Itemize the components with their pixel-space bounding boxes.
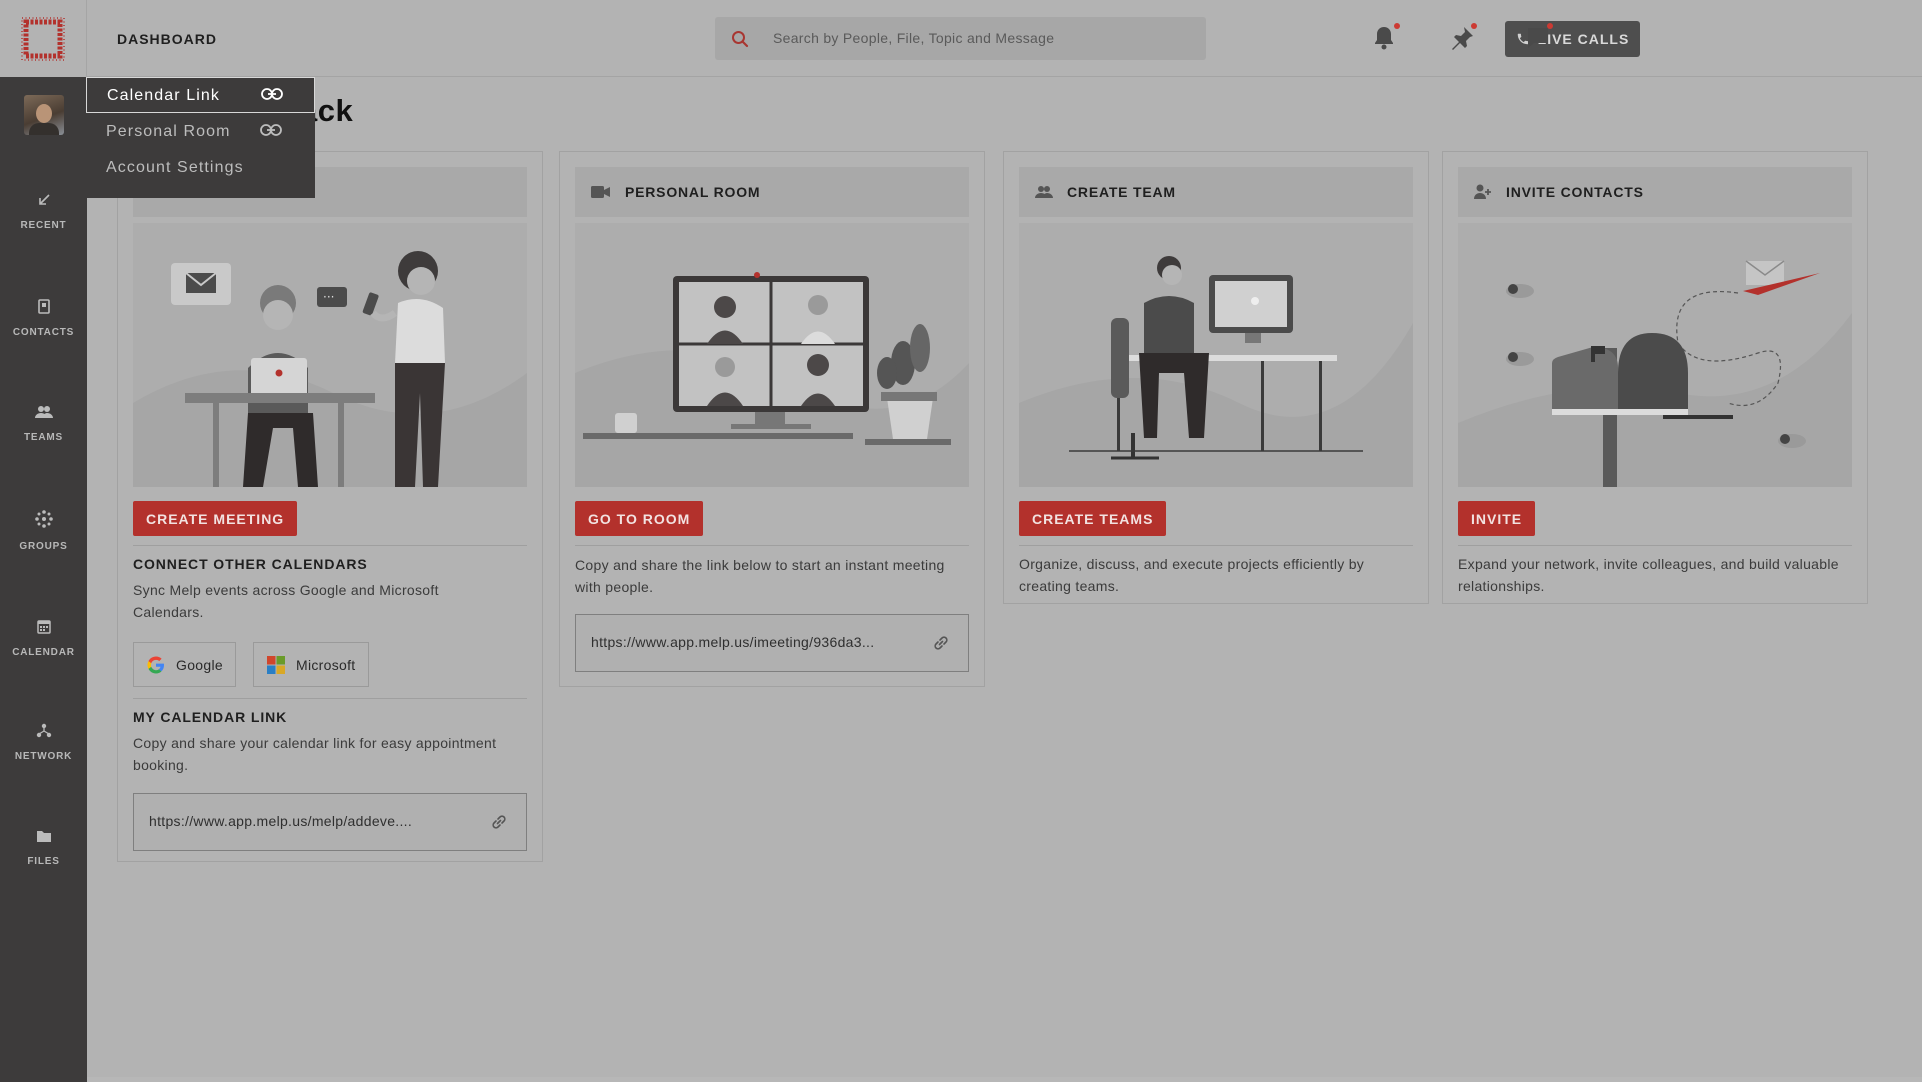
calendar-link-url: https://www.app.melp.us/melp/addeve....	[149, 813, 413, 829]
card-invite-contacts: INVITE CONTACTS INVITE Expand your netwo…	[1442, 151, 1868, 604]
divider	[133, 698, 527, 699]
page-title: DASHBOARD	[117, 31, 217, 47]
recent-icon	[38, 194, 50, 205]
menu-item-label: Account Settings	[106, 159, 244, 176]
room-desc: Copy and share the link below to start a…	[575, 557, 945, 595]
video-camera-icon	[591, 186, 610, 198]
google-icon	[147, 656, 164, 673]
card-personal-room: PERSONAL ROOM GO TO ROOM Copy and share …	[559, 151, 985, 687]
sidebar-item-label: FILES	[27, 856, 60, 867]
divider	[133, 545, 527, 546]
connect-calendars-desc: Sync Melp events across Google and Micro…	[133, 582, 439, 620]
meeting-illustration: ···	[133, 223, 527, 487]
calendar-link-field[interactable]: https://www.app.melp.us/melp/addeve....	[133, 793, 527, 851]
svg-text:···: ···	[323, 290, 334, 304]
menu-item-label: Personal Room	[106, 123, 231, 140]
menu-item-personal-room[interactable]: Personal Room	[86, 114, 315, 150]
room-illustration	[575, 223, 969, 487]
invite-illustration	[1458, 223, 1852, 487]
sidebar-item-contacts[interactable]: CONTACTS	[0, 299, 87, 340]
room-link-field[interactable]: https://www.app.melp.us/imeeting/936da3.…	[575, 614, 969, 672]
divider	[1019, 545, 1413, 546]
messages-button[interactable]	[1525, 23, 1553, 53]
invite-button[interactable]: INVITE	[1458, 501, 1536, 536]
melp-logo-icon	[21, 16, 65, 61]
sidebar-item-groups[interactable]: GROUPS	[0, 510, 87, 554]
contacts-icon	[37, 299, 50, 314]
calendar-icon	[36, 620, 51, 634]
sidebar-item-teams[interactable]: TEAMS	[0, 405, 87, 445]
pinned-dot	[1471, 23, 1477, 29]
card-header: CREATE TEAM	[1019, 167, 1413, 217]
groups-icon	[34, 510, 53, 528]
card-title: INVITE CONTACTS	[1506, 184, 1644, 200]
card-title: PERSONAL ROOM	[625, 184, 761, 200]
card-create-team: CREATE TEAM CREATE TEAMS Organize, discu…	[1003, 151, 1429, 604]
bell-icon	[1375, 27, 1393, 50]
card-header: INVITE CONTACTS	[1458, 167, 1852, 217]
sidebar-item-label: GROUPS	[19, 541, 68, 552]
link-icon	[261, 88, 283, 100]
menu-item-account-settings[interactable]: Account Settings	[86, 150, 315, 186]
sidebar: RECENT CONTACTS TEAMS GROUPS CALENDAR NE…	[0, 0, 87, 1082]
card-title: CREATE TEAM	[1067, 184, 1176, 200]
link-icon	[260, 124, 282, 136]
sidebar-item-calendar[interactable]: CALENDAR	[0, 619, 87, 660]
notifications-button[interactable]	[1372, 23, 1400, 53]
app-logo[interactable]	[0, 0, 87, 77]
top-header: DASHBOARD Search by People, File, Topic …	[87, 0, 1922, 77]
sidebar-item-label: CONTACTS	[12, 327, 75, 338]
user-avatar[interactable]	[24, 95, 64, 135]
create-meeting-button[interactable]: CREATE MEETING	[133, 501, 298, 536]
chat-icon	[1528, 28, 1548, 48]
sidebar-item-label: CALENDAR	[12, 647, 75, 658]
card-header: PERSONAL ROOM	[575, 167, 969, 217]
menu-item-label: Calendar Link	[107, 87, 221, 104]
create-teams-button[interactable]: CREATE TEAMS	[1019, 501, 1167, 536]
sidebar-item-files[interactable]: FILES	[0, 829, 87, 869]
sidebar-item-label: RECENT	[20, 220, 67, 231]
sidebar-item-network[interactable]: NETWORK	[0, 723, 87, 764]
messages-dot	[1547, 23, 1553, 29]
pinned-button[interactable]	[1449, 23, 1477, 53]
divider	[1458, 545, 1852, 546]
connect-calendars-title: CONNECT OTHER CALENDARS	[133, 556, 368, 572]
pin-icon	[1452, 27, 1473, 50]
bottom-edge	[87, 1077, 1922, 1082]
microsoft-calendar-button[interactable]: Microsoft	[253, 642, 369, 687]
sidebar-item-recent[interactable]: RECENT	[0, 193, 87, 233]
team-desc: Organize, discuss, and execute projects …	[1019, 556, 1365, 594]
google-calendar-button[interactable]: Google	[133, 642, 236, 687]
go-to-room-button[interactable]: GO TO ROOM	[575, 501, 704, 536]
copy-link-icon[interactable]	[932, 634, 950, 652]
room-link-url: https://www.app.melp.us/imeeting/936da3.…	[591, 634, 875, 650]
teams-icon	[34, 406, 53, 418]
invite-desc: Expand your network, invite colleagues, …	[1458, 556, 1839, 594]
calendar-link-desc: Copy and share your calendar link for ea…	[133, 735, 497, 773]
files-icon	[36, 831, 51, 842]
add-person-icon	[1474, 184, 1491, 199]
microsoft-label: Microsoft	[296, 656, 356, 673]
google-label: Google	[176, 656, 223, 673]
network-icon	[36, 723, 51, 738]
divider	[575, 545, 969, 546]
card-create-meeting: ··· CREATE MEETING CONNECT OTHER CALENDA…	[117, 151, 543, 862]
search-bar[interactable]: Search by People, File, Topic and Messag…	[715, 17, 1206, 60]
menu-item-calendar-link[interactable]: Calendar Link	[86, 77, 315, 113]
notification-dot	[1394, 23, 1400, 29]
team-icon	[1035, 186, 1053, 198]
search-input[interactable]: Search by People, File, Topic and Messag…	[773, 30, 1054, 46]
search-icon	[732, 31, 749, 48]
profile-dropdown-menu: Calendar Link Personal Room Account Sett…	[86, 77, 315, 198]
sidebar-item-label: NETWORK	[14, 751, 73, 762]
copy-link-icon[interactable]	[490, 813, 508, 831]
sidebar-item-label: TEAMS	[24, 432, 63, 443]
calendar-link-title: MY CALENDAR LINK	[133, 709, 288, 725]
team-illustration	[1019, 223, 1413, 487]
microsoft-icon	[267, 655, 285, 674]
